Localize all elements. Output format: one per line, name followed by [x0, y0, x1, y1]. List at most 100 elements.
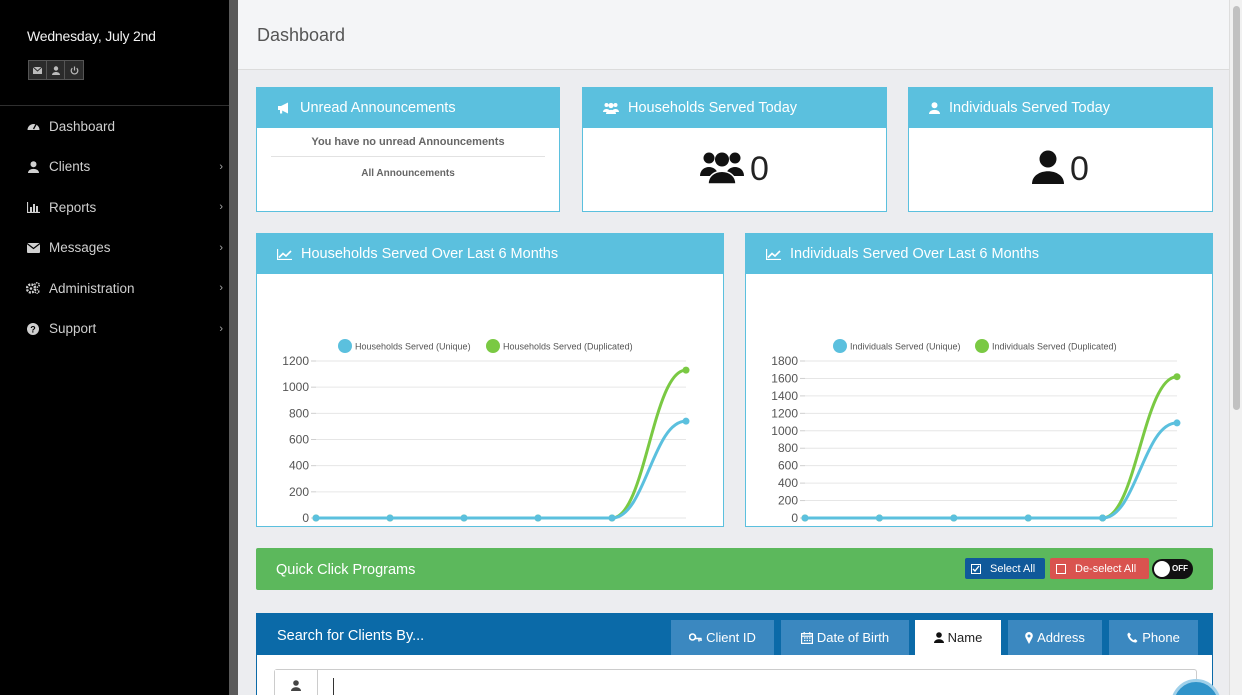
- announcements-panel: Unread Announcements You have no unread …: [256, 87, 560, 212]
- tab-label: Date of Birth: [816, 630, 890, 645]
- announcements-title: Unread Announcements: [300, 100, 456, 116]
- sidebar-item-clients[interactable]: Clients ›: [0, 147, 229, 188]
- deselect-all-label: De-select All: [1075, 562, 1137, 575]
- y-tick-label: 600: [289, 433, 309, 447]
- households-today-panel: Households Served Today 0: [582, 87, 887, 212]
- tab-phone[interactable]: Phone: [1109, 620, 1198, 655]
- y-tick-label: 400: [778, 476, 798, 490]
- individuals-today-count: 0: [1070, 150, 1089, 188]
- no-announcements-text: You have no unread Announcements: [271, 128, 545, 157]
- chevron-right-icon: ›: [219, 322, 223, 335]
- y-tick-label: 800: [289, 406, 309, 420]
- y-tick-label: 1200: [771, 406, 798, 420]
- select-all-button[interactable]: Select All: [965, 558, 1045, 579]
- all-announcements-link[interactable]: All Announcements: [271, 157, 545, 187]
- check-square-icon: [971, 563, 981, 574]
- data-point: [534, 514, 542, 522]
- legend-label: Individuals Served (Duplicated): [992, 342, 1117, 352]
- client-search-title: Search for Clients By...: [277, 628, 425, 644]
- question-circle-icon: ?: [26, 322, 40, 336]
- line-chart-icon: [277, 248, 292, 260]
- data-point: [608, 514, 616, 522]
- chevron-right-icon: ›: [219, 241, 223, 254]
- data-point: [1173, 373, 1181, 381]
- y-tick-label: 0: [302, 511, 309, 525]
- tab-label: Client ID: [706, 630, 756, 645]
- sidebar-gutter: [229, 0, 238, 695]
- tab-address[interactable]: Address: [1008, 620, 1102, 655]
- current-date: Wednesday, July 2nd: [27, 28, 156, 44]
- map-marker-icon: [1025, 631, 1033, 644]
- households-chart-header: Households Served Over Last 6 Months: [257, 234, 723, 274]
- tab-label: Phone: [1142, 630, 1180, 645]
- chevron-right-icon: ›: [219, 201, 223, 213]
- households-chart-panel: Households Served Over Last 6 Months Hou…: [256, 233, 724, 542]
- y-tick-label: 1600: [771, 371, 798, 385]
- line-chart-icon: [766, 248, 781, 260]
- sidebar-item-dashboard[interactable]: Dashboard: [0, 106, 229, 147]
- announcements-body: You have no unread Announcements All Ann…: [257, 128, 559, 187]
- users-icon: [700, 150, 745, 189]
- sidebar-item-label: Reports: [49, 199, 97, 215]
- data-point: [1024, 514, 1032, 522]
- households-chart: Households Served (Unique) Households Ser…: [257, 274, 723, 542]
- individuals-today-header: Individuals Served Today: [909, 88, 1212, 128]
- tab-date-of-birth[interactable]: Date of Birth: [781, 620, 909, 655]
- data-point: [1099, 514, 1107, 522]
- y-tick-label: 1200: [282, 354, 309, 368]
- bullhorn-icon: [277, 102, 291, 114]
- sidebar-item-reports[interactable]: Reports ›: [0, 187, 229, 228]
- tab-label: Name: [947, 630, 983, 645]
- power-icon[interactable]: [65, 61, 83, 79]
- tab-client-id[interactable]: Client ID: [671, 620, 774, 655]
- households-today-title: Households Served Today: [628, 100, 798, 116]
- phone-icon: [1127, 632, 1138, 643]
- quick-click-title: Quick Click Programs: [276, 562, 416, 578]
- data-point: [386, 514, 394, 522]
- legend-swatch: [338, 339, 352, 353]
- sidebar-item-label: Messages: [49, 240, 111, 256]
- search-input-caret[interactable]: [333, 678, 334, 695]
- households-today-body: 0: [583, 128, 886, 210]
- data-point: [875, 514, 883, 522]
- sidebar: Wednesday, July 2nd Dashboard Clients ›: [0, 0, 229, 695]
- data-point: [950, 514, 958, 522]
- sidebar-nav: Dashboard Clients › Reports › Messages ›: [0, 106, 229, 349]
- households-line-chart: Households Served (Unique) Households Ser…: [282, 339, 699, 542]
- y-tick-label: 1000: [771, 424, 798, 438]
- legend-label: Individuals Served (Unique): [850, 342, 961, 352]
- quick-click-toggle[interactable]: OFF: [1152, 559, 1193, 579]
- toggle-knob: [1154, 561, 1170, 577]
- y-tick-label: 200: [778, 494, 798, 508]
- user-icon[interactable]: [47, 61, 65, 79]
- client-search-input-group: [274, 669, 1197, 695]
- user-icon: [933, 632, 944, 643]
- envelope-icon: [26, 241, 40, 255]
- square-icon: [1056, 563, 1066, 574]
- page-title: Dashboard: [257, 25, 346, 45]
- legend-swatch: [833, 339, 847, 353]
- sidebar-item-messages[interactable]: Messages ›: [0, 228, 229, 269]
- scrollbar-thumb[interactable]: [1233, 6, 1240, 410]
- individuals-today-title: Individuals Served Today: [949, 100, 1110, 116]
- y-tick-label: 1000: [282, 380, 309, 394]
- sidebar-item-administration[interactable]: Administration ›: [0, 268, 229, 309]
- chevron-right-icon: ›: [219, 282, 223, 294]
- deselect-all-button[interactable]: De-select All: [1050, 558, 1149, 579]
- individuals-today-panel: Individuals Served Today 0: [908, 87, 1213, 212]
- bar-chart-icon: [26, 200, 40, 214]
- individuals-chart: Individuals Served (Unique) Individuals S…: [746, 274, 1212, 542]
- y-tick-label: 400: [289, 459, 309, 473]
- user-icon: [26, 160, 40, 174]
- data-point: [460, 514, 468, 522]
- page-header: Dashboard: [238, 0, 1229, 70]
- sidebar-item-support[interactable]: ? Support ›: [0, 309, 229, 350]
- data-point: [682, 417, 690, 425]
- user-icon: [1032, 150, 1065, 189]
- y-tick-label: 200: [289, 485, 309, 499]
- page-scrollbar[interactable]: [1229, 0, 1242, 695]
- legend-swatch: [486, 339, 500, 353]
- envelope-icon[interactable]: [29, 61, 47, 79]
- tab-name[interactable]: Name: [915, 620, 1001, 655]
- client-search-header: Search for Clients By... Client ID Date …: [257, 614, 1212, 655]
